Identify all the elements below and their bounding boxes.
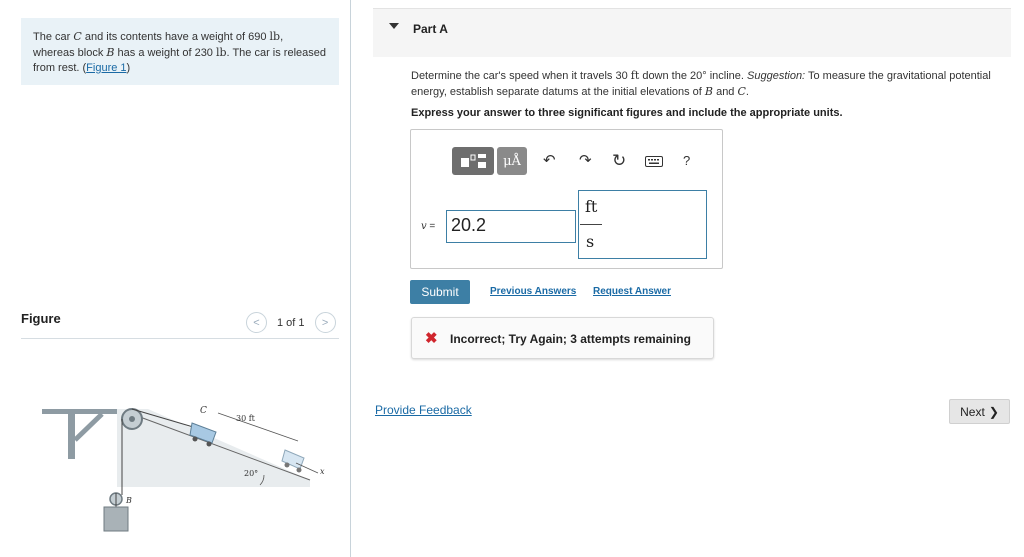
figure-link[interactable]: Figure 1: [86, 62, 126, 74]
unit-numerator: ft: [585, 197, 598, 216]
question-text: Determine the car's speed when it travel…: [411, 68, 1001, 100]
question-segment: and: [713, 86, 738, 98]
block-symbol: B: [704, 85, 714, 98]
prev-figure-button[interactable]: <: [246, 312, 267, 333]
equals-sign: =: [426, 221, 436, 232]
answer-instruction: Express your answer to three significant…: [411, 107, 843, 119]
figure-counter: 1 of 1: [277, 316, 305, 329]
submit-button[interactable]: Submit: [410, 280, 470, 304]
car-lower: [281, 449, 305, 473]
panel-divider: [350, 0, 351, 557]
unit-denominator: s: [586, 232, 595, 251]
figure-navigation: < 1 of 1 >: [246, 312, 336, 333]
question-segment: down the 20° incline.: [639, 70, 748, 82]
chevron-right-icon: ❯: [988, 404, 999, 419]
car-symbol: C: [737, 85, 746, 98]
suggestion-label: Suggestion:: [747, 70, 806, 82]
next-figure-button[interactable]: >: [314, 312, 336, 333]
problem-text: The car: [33, 31, 74, 43]
problem-text: ): [126, 62, 131, 74]
chevron-left-icon: <: [253, 316, 260, 329]
unit-lb: lb: [215, 46, 227, 59]
car-symbol: C: [73, 30, 82, 43]
previous-answers-link[interactable]: Previous Answers: [490, 286, 576, 297]
answer-value-input[interactable]: 20.2: [446, 210, 576, 243]
block-label: B: [125, 496, 132, 505]
problem-text: and its contents have a weight of 690: [81, 31, 270, 43]
frame-brace: [73, 412, 104, 442]
unit-lb: lb: [269, 30, 281, 43]
distance-label: 30 ft: [236, 414, 256, 423]
redo-icon[interactable]: ↷: [579, 152, 592, 170]
frame-beam: [42, 409, 117, 414]
block-b: [103, 506, 129, 532]
math-toolbar: μÅ: [452, 147, 527, 175]
undo-icon[interactable]: ↶: [543, 152, 556, 170]
car-label: C: [200, 406, 207, 416]
template-icon: [461, 154, 486, 168]
question-segment: Determine the car's speed when it travel…: [411, 70, 631, 82]
figure-image: 30 ft C 20° x B: [42, 406, 325, 532]
feedback-text: Incorrect; Try Again; 3 attempts remaini…: [450, 332, 691, 346]
templates-button[interactable]: [452, 147, 494, 175]
unit-ft: ft: [630, 69, 640, 82]
axis-label: x: [320, 467, 325, 476]
figure-title: Figure: [21, 311, 61, 326]
dimension-line: [217, 412, 299, 442]
units-button[interactable]: μÅ: [497, 147, 527, 175]
keyboard-icon[interactable]: [645, 156, 663, 167]
next-label: Next: [960, 404, 985, 419]
problem-statement: The car C and its contents have a weight…: [21, 18, 339, 85]
pulley-hub: [129, 416, 135, 422]
incorrect-icon: ✖: [425, 330, 438, 347]
feedback-message: ✖ Incorrect; Try Again; 3 attempts remai…: [411, 317, 714, 359]
next-button[interactable]: Next ❯: [949, 399, 1010, 424]
frame-post: [68, 414, 75, 459]
fraction-bar: [580, 224, 602, 225]
help-icon[interactable]: ?: [683, 152, 690, 170]
figure-divider: [21, 338, 339, 339]
part-label: Part A: [413, 22, 448, 36]
question-segment: .: [745, 86, 749, 98]
part-a-header[interactable]: Part A: [373, 8, 1011, 57]
reset-icon[interactable]: ↻: [612, 152, 626, 170]
angle-label: 20°: [244, 469, 258, 478]
left-panel: The car C and its contents have a weight…: [0, 0, 350, 557]
chevron-right-icon: >: [321, 316, 329, 329]
provide-feedback-link[interactable]: Provide Feedback: [375, 403, 472, 417]
caret-down-icon[interactable]: [389, 23, 399, 29]
answer-variable: v =: [421, 221, 435, 232]
incline-surface: [117, 409, 310, 487]
request-answer-link[interactable]: Request Answer: [593, 286, 671, 297]
problem-text: has a weight of 230: [114, 47, 216, 59]
